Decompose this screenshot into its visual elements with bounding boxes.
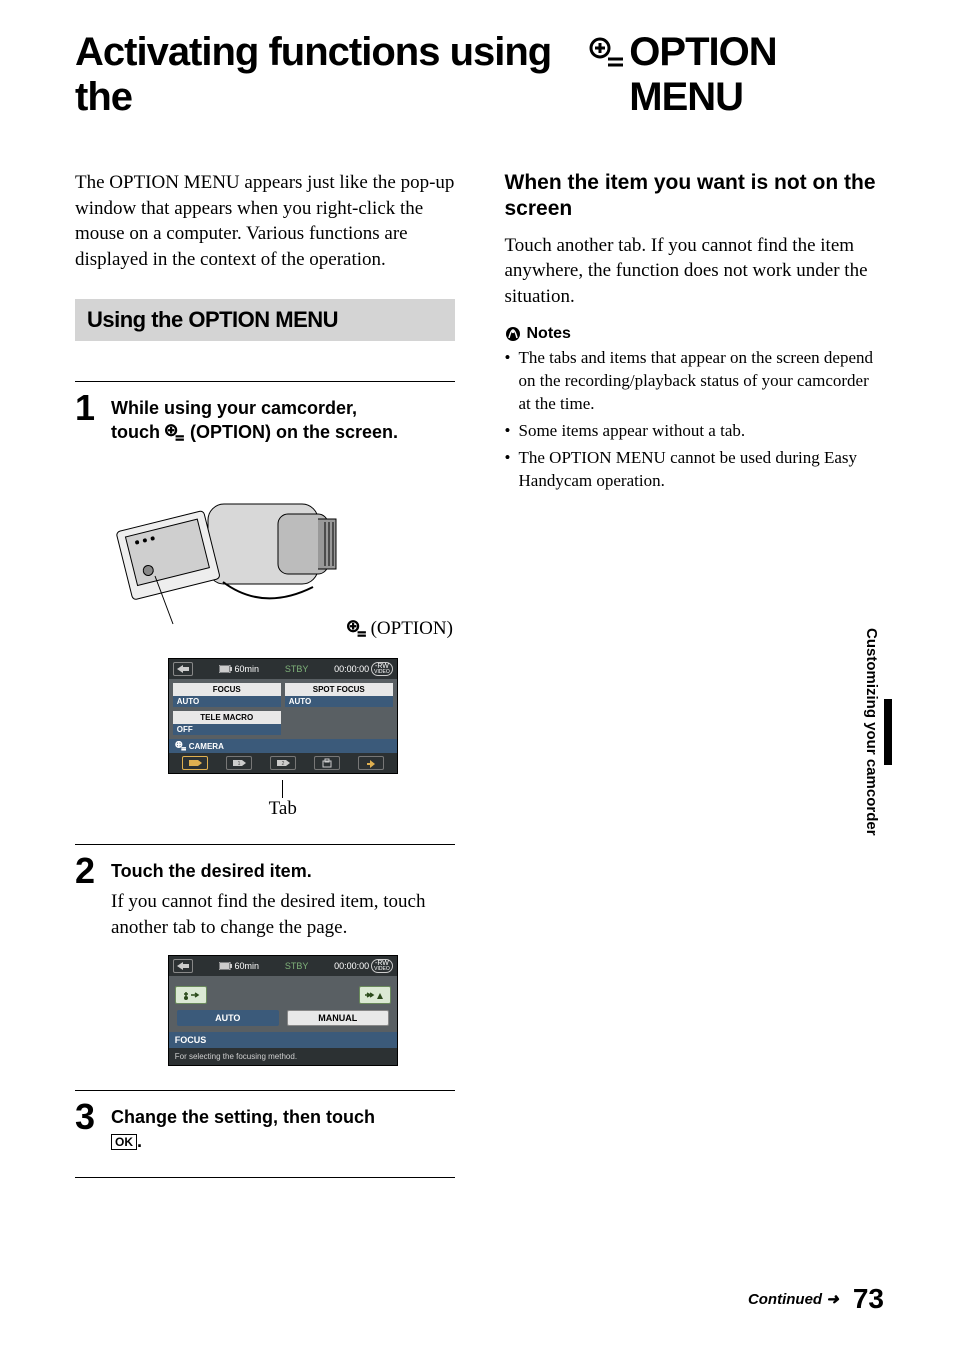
notes-heading: Notes [505, 325, 885, 343]
lcd2-auto-btn: AUTO [177, 1010, 279, 1026]
svg-text:1: 1 [237, 761, 240, 767]
option-caption: (OPTION) [347, 618, 453, 640]
lcd1-time: 00:00:00 [334, 664, 369, 674]
near-focus-icon [175, 986, 207, 1004]
step-2-text: If you cannot find the desired item, tou… [111, 889, 455, 940]
notes-icon [505, 326, 521, 342]
page-footer: Continued ➜ 73 [748, 1283, 884, 1315]
lcd2-hint: For selecting the focusing method. [169, 1048, 397, 1065]
lcd2-time: 00:00:00 [334, 961, 369, 971]
right-subheading: When the item you want is not on the scr… [505, 170, 885, 223]
back-icon-2 [173, 959, 193, 973]
lcd2-manual-btn: MANUAL [287, 1010, 389, 1026]
back-icon [173, 662, 193, 676]
continued-text: Continued [748, 1291, 822, 1308]
lcd1-spot: SPOT FOCUS [285, 683, 393, 696]
lcd1-status: STBY [285, 664, 309, 674]
step-2: 2 Touch the desired item. If you cannot … [75, 844, 455, 1090]
tab-icon-2: 1 [226, 756, 252, 770]
notes-label: Notes [527, 325, 571, 343]
step-number-2: 2 [75, 853, 101, 1066]
step1-line2a: touch [111, 422, 165, 442]
title-part2: OPTION MENU [629, 30, 884, 120]
disc-icon-2: -RW VIDEO [371, 959, 393, 973]
lcd-screenshot-2: 60min STBY 00:00:00 -RW VIDEO [168, 955, 398, 1066]
option-menu-icon-tiny [175, 741, 187, 751]
note-item: The OPTION MENU cannot be used during Ea… [505, 447, 885, 493]
side-tab-text: Customizing your camcorder [863, 620, 884, 844]
step3-a: Change the setting, then touch [111, 1107, 375, 1127]
disc-icon: -RW VIDEO [371, 662, 393, 676]
step-3-heading: Change the setting, then touch OK. [111, 1105, 455, 1154]
battery-icon [219, 665, 233, 673]
notes-list: The tabs and items that appear on the sc… [505, 347, 885, 493]
intro-paragraph: The OPTION MENU appears just like the po… [75, 170, 455, 273]
section-heading: Using the OPTION MENU [75, 299, 455, 341]
arrow-right-icon: ➜ [826, 1291, 839, 1308]
title-part1: Activating functions using the [75, 30, 585, 120]
option-caption-text: (OPTION) [371, 618, 453, 640]
lcd1-camera-text: CAMERA [189, 742, 224, 751]
lcd2-battery: 60min [235, 961, 260, 971]
note-item: The tabs and items that appear on the sc… [505, 347, 885, 416]
note-item: Some items appear without a tab. [505, 420, 885, 443]
lcd1-tele-val: OFF [173, 724, 281, 735]
option-menu-icon-small [165, 422, 190, 442]
option-menu-icon-caption [347, 618, 367, 640]
camcorder-illustration: (OPTION) [111, 464, 455, 640]
lcd1-spot-val: AUTO [285, 696, 393, 707]
step-3: 3 Change the setting, then touch OK. [75, 1090, 455, 1178]
tab-caption: Tab [269, 798, 297, 819]
step-2-heading: Touch the desired item. [111, 859, 455, 883]
lcd-screenshot-1: 60min STBY 00:00:00 -RW VIDEO [168, 658, 398, 774]
tab-icon-5 [358, 756, 384, 770]
option-menu-icon [589, 30, 625, 75]
page-number: 73 [853, 1283, 884, 1315]
far-focus-icon [359, 986, 391, 1004]
side-tab-bar [884, 699, 892, 765]
step-1: 1 While using your camcorder, touch [75, 381, 455, 845]
step1-line1: While using your camcorder, [111, 398, 357, 418]
continued-label: Continued ➜ [748, 1290, 839, 1308]
tab-pointer: Tab [111, 780, 455, 820]
svg-text:2: 2 [281, 761, 284, 767]
lcd2-status: STBY [285, 961, 309, 971]
battery-icon-2 [219, 962, 233, 970]
step-divider-end [75, 1177, 455, 1178]
lcd1-focus: FOCUS [173, 683, 281, 696]
step1-line2b: (OPTION) on the screen. [190, 422, 398, 442]
right-paragraph: Touch another tab. If you cannot find th… [505, 233, 885, 310]
tab-icon-1 [182, 756, 208, 770]
lcd1-tele: TELE MACRO [173, 711, 281, 724]
tab-icon-4 [314, 756, 340, 770]
lcd1-battery: 60min [235, 664, 260, 674]
side-tab: Customizing your camcorder [863, 620, 892, 844]
ok-button-icon: OK [111, 1134, 137, 1150]
step-number: 1 [75, 390, 101, 821]
lcd1-disc-sub: VIDEO [374, 670, 390, 675]
step3-b: . [137, 1131, 142, 1151]
step-number-3: 3 [75, 1099, 101, 1154]
lcd1-focus-val: AUTO [173, 696, 281, 707]
tab-icon-3: 2 [270, 756, 296, 770]
lcd2-focus: FOCUS [169, 1032, 397, 1048]
page-title: Activating functions using the OPTION ME… [75, 30, 884, 120]
lcd1-camera-row: CAMERA [169, 739, 397, 753]
lcd2-disc-sub: VIDEO [374, 967, 390, 972]
step-1-heading: While using your camcorder, touch [111, 396, 455, 445]
